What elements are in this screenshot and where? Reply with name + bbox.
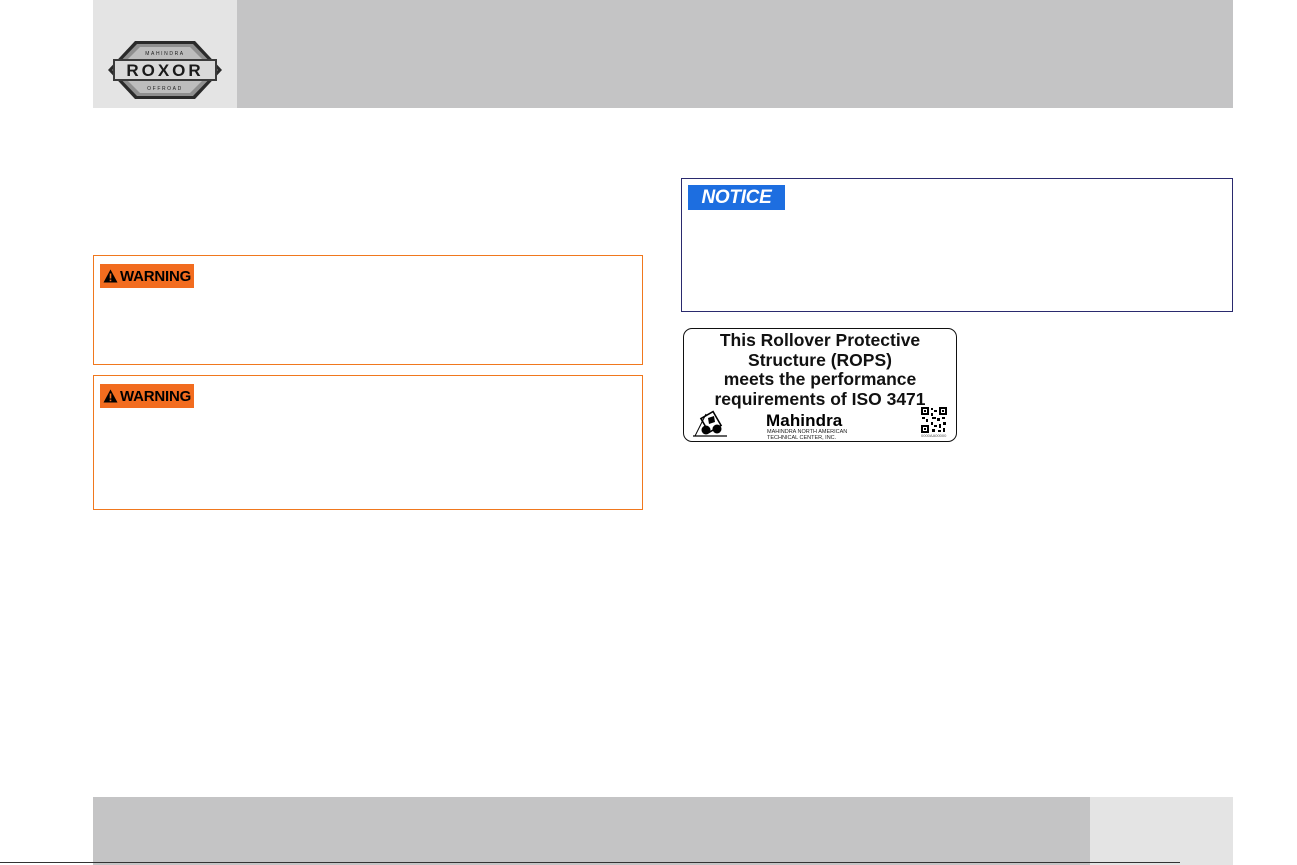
rops-brand: Mahindra xyxy=(766,411,843,430)
notice-tag: NOTICE xyxy=(688,185,785,210)
header-bar xyxy=(237,0,1233,108)
footer-bar xyxy=(93,797,1090,865)
rops-line-2: Structure (ROPS) xyxy=(748,349,892,370)
logo-top-text: MAHINDRA xyxy=(145,51,184,57)
rops-brand-sub-line-2: TECHNICAL CENTER, INC. xyxy=(767,435,837,441)
qr-code-icon xyxy=(921,407,947,433)
rops-label: This Rollover Protective Structure (ROPS… xyxy=(683,328,957,442)
warning-triangle-icon xyxy=(103,389,118,403)
warning-label-1: WARNING xyxy=(120,267,192,285)
warning-label-2: WARNING xyxy=(120,387,192,405)
warning-triangle-icon xyxy=(103,269,118,283)
warning-box-2: WARNING xyxy=(93,375,643,510)
warning-box-1: WARNING xyxy=(93,255,643,365)
roxor-logo: MAHINDRA ROXOR OFFROAD xyxy=(108,41,222,99)
header-logo-cell: MAHINDRA ROXOR OFFROAD xyxy=(93,0,237,108)
rops-line-3: meets the performance xyxy=(723,369,917,389)
rops-line-1: This Rollover Protective xyxy=(719,330,921,350)
rops-part-number: 0000AA00000 xyxy=(921,433,947,438)
rops-line-4: requirements of ISO 3471 xyxy=(714,388,926,409)
rollover-icon xyxy=(693,410,727,437)
logo-bottom-text: OFFROAD xyxy=(147,86,183,92)
logo-brand-text: ROXOR xyxy=(126,61,203,80)
rops-text: This Rollover Protective Structure (ROPS… xyxy=(684,330,956,409)
bottom-rule xyxy=(0,862,1180,863)
notice-box: NOTICE xyxy=(681,178,1233,312)
rops-brand-sub: MAHINDRA NORTH AMERICAN TECHNICAL CENTER… xyxy=(767,429,847,441)
warning-tag-1: WARNING xyxy=(100,264,195,288)
footer-page-cell xyxy=(1090,797,1233,865)
warning-tag-2: WARNING xyxy=(100,384,195,408)
